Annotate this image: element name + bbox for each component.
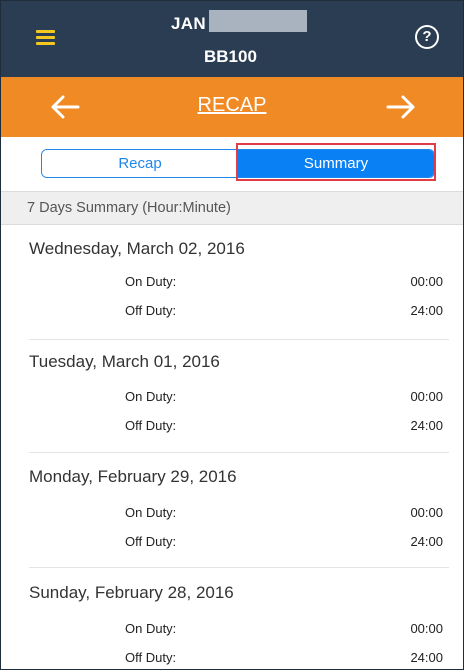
off-duty-value: 24:00 — [410, 534, 443, 549]
on-duty-value: 00:00 — [410, 505, 443, 520]
off-duty-label: Off Duty: — [125, 303, 177, 318]
tab-recap[interactable]: Recap — [42, 150, 238, 177]
day-date: Sunday, February 28, 2016 — [29, 583, 234, 602]
divider — [29, 567, 449, 568]
on-duty-label: On Duty: — [125, 274, 177, 289]
day-summary-item: Monday, February 29, 2016 On Duty: 00:00… — [1, 455, 463, 568]
redacted-name-block — [209, 10, 307, 32]
day-summary-item: Tuesday, March 01, 2016 On Duty: 00:00 O… — [1, 340, 463, 453]
off-duty-label: Off Duty: — [125, 534, 177, 549]
top-bar: JAN BB100 ? — [1, 1, 463, 77]
off-duty-value: 24:00 — [410, 650, 443, 665]
summary-section-header: 7 Days Summary (Hour:Minute) — [1, 191, 463, 225]
on-duty-label: On Duty: — [125, 389, 177, 404]
day-summary-item: Wednesday, March 02, 2016 On Duty: 00:00… — [1, 227, 463, 340]
day-summary-item: Sunday, February 28, 2016 On Duty: 00:00… — [1, 571, 463, 669]
off-duty-label: Off Duty: — [125, 650, 177, 665]
day-date: Tuesday, March 01, 2016 — [29, 352, 220, 371]
help-icon[interactable]: ? — [415, 25, 439, 49]
tab-summary[interactable]: Summary — [238, 150, 434, 177]
day-date: Wednesday, March 02, 2016 — [29, 239, 245, 258]
recap-nav-bar: RECAP — [1, 77, 463, 137]
on-duty-label: On Duty: — [125, 621, 177, 636]
hamburger-menu-icon[interactable] — [36, 30, 55, 46]
off-duty-label: Off Duty: — [125, 418, 177, 433]
view-segmented-control: Recap Summary — [41, 149, 435, 178]
driver-name: JAN — [171, 14, 206, 33]
app-screen: JAN BB100 ? RECAP Recap Summary 7 Days S… — [0, 0, 464, 670]
vehicle-id: BB100 — [204, 47, 257, 66]
on-duty-value: 00:00 — [410, 621, 443, 636]
on-duty-label: On Duty: — [125, 505, 177, 520]
day-date: Monday, February 29, 2016 — [29, 467, 237, 486]
arrow-right-icon[interactable] — [381, 87, 421, 127]
divider — [29, 452, 449, 453]
on-duty-value: 00:00 — [410, 274, 443, 289]
off-duty-value: 24:00 — [410, 303, 443, 318]
summary-header-label: 7 Days Summary (Hour:Minute) — [27, 200, 231, 216]
off-duty-value: 24:00 — [410, 418, 443, 433]
on-duty-value: 00:00 — [410, 389, 443, 404]
